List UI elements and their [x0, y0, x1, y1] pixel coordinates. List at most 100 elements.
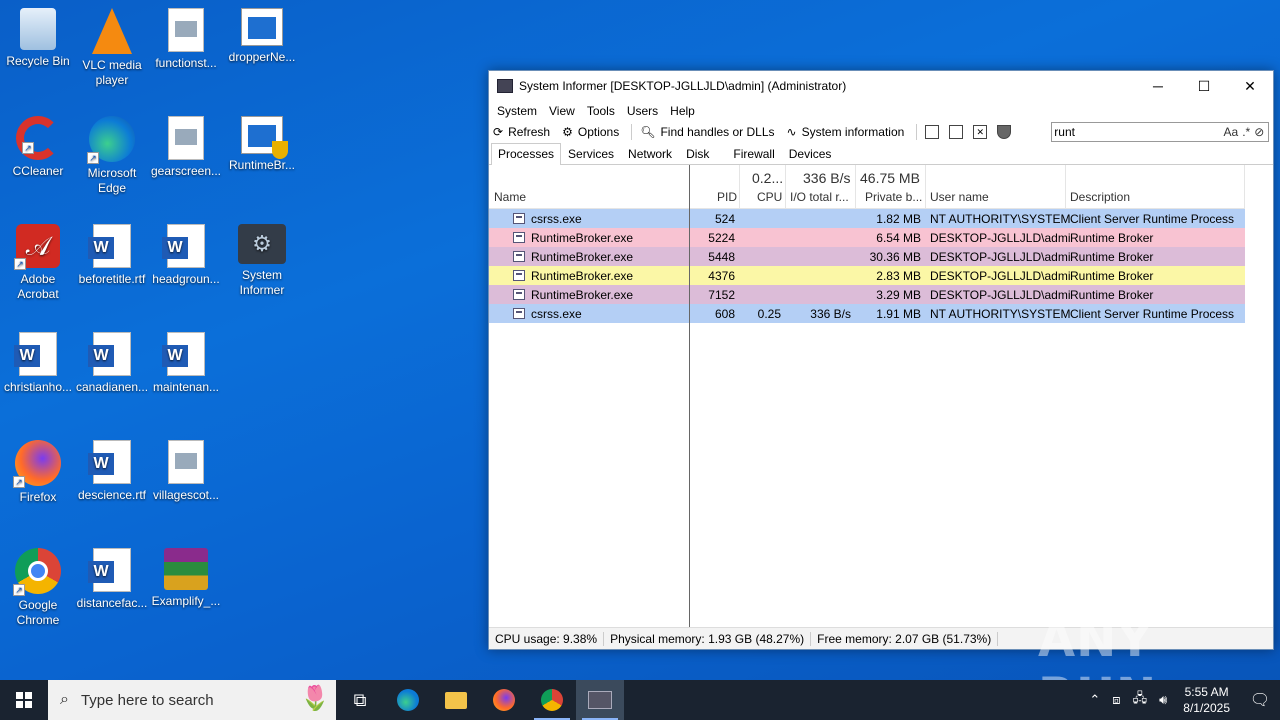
app-window-icon — [241, 8, 283, 46]
desktop-icon-headgroun[interactable]: W headgroun... — [148, 224, 224, 287]
desktop-icon-label: headgroun... — [152, 272, 220, 286]
refresh-button[interactable]: ⟳ Refresh — [493, 125, 550, 139]
menu-view[interactable]: View — [545, 104, 579, 118]
desktop-icon-label: Firefox — [19, 490, 57, 504]
desktop-icon-canadianen[interactable]: W canadianen... — [74, 332, 150, 395]
desktop-icon-label: Recycle Bin — [6, 54, 70, 68]
desktop-icon-edge[interactable]: ↗ Microsoft Edge — [74, 116, 150, 196]
desktop-icon-ccleaner[interactable]: ↗ CCleaner — [0, 116, 76, 179]
find-handles-button[interactable]: 🔍︎ Find handles or DLLs — [640, 125, 774, 139]
regex-button[interactable]: .* — [1242, 125, 1250, 139]
desktop-icon-recycle-bin[interactable]: Recycle Bin — [0, 8, 76, 69]
process-row[interactable]: RuntimeBroker.exe 5224 6.54 MB DESKTOP-JGLL… — [489, 228, 1245, 247]
process-row[interactable]: RuntimeBroker.exe 5448 30.36 MB DESKTOP-JGL… — [489, 247, 1245, 266]
desktop-icon-beforetitle[interactable]: W beforetitle.rtf — [74, 224, 150, 287]
process-icon — [513, 232, 525, 243]
desktop-icon-dropperne[interactable]: dropperNe... — [224, 8, 300, 65]
system-information-button[interactable]: ∿ System information — [787, 125, 905, 139]
total-private-bytes: 46.75 MB — [860, 170, 920, 186]
match-case-button[interactable]: Aa — [1224, 125, 1239, 139]
column-description[interactable]: Description — [1070, 190, 1130, 204]
taskbar-firefox[interactable] — [480, 680, 528, 720]
desktop-icon-adobe-acrobat[interactable]: 𝒜 ↗ Adobe Acrobat — [0, 224, 76, 302]
task-view-icon: ⧉ — [353, 689, 367, 710]
taskbar-file-explorer[interactable] — [432, 680, 480, 720]
status-free-memory: Free memory: 2.07 GB (51.73%) — [811, 631, 999, 646]
maximize-button[interactable]: ☐ — [1181, 71, 1227, 101]
column-name[interactable]: Name — [494, 190, 526, 204]
tab-services[interactable]: Services — [561, 143, 621, 164]
close-window-icon[interactable]: ✕ — [973, 125, 988, 139]
desktop-icon-google-chrome[interactable]: ↗ Google Chrome — [0, 548, 76, 628]
meet-now-icon[interactable]: ⧈ — [1112, 692, 1120, 708]
minimize-button[interactable]: ─ — [1135, 71, 1181, 101]
desktop-icon-christianho[interactable]: W christianho... — [0, 332, 76, 395]
tab-network[interactable]: Network — [621, 143, 679, 164]
tab-disk[interactable]: Disk — [679, 143, 716, 164]
desktop-icon-examplify[interactable]: Examplify_... — [148, 548, 224, 609]
column-io-total[interactable]: I/O total r... — [790, 190, 849, 204]
column-pid[interactable]: PID — [717, 190, 737, 204]
desktop-icon-runtimebr[interactable]: RuntimeBr... — [224, 116, 300, 173]
process-description: Runtime Broker — [1070, 250, 1154, 264]
search-clear-icon[interactable]: ⊘ — [1254, 125, 1264, 139]
desktop-icon-firefox[interactable]: ↗ Firefox — [0, 440, 76, 505]
network-icon[interactable]: 🖧︎ — [1133, 689, 1148, 711]
desktop-icon-descience[interactable]: W descience.rtf — [74, 440, 150, 503]
menu-users[interactable]: Users — [623, 104, 662, 118]
taskbar-search-box[interactable]: ⌕ Type here to search 🌷 — [48, 680, 336, 720]
options-button[interactable]: ⚙ Options — [562, 125, 619, 139]
task-view-button[interactable]: ⧉ — [336, 680, 384, 720]
process-row[interactable]: csrss.exe 524 1.82 MB NT AUTHORITY\SYSTEM Cl… — [489, 209, 1245, 228]
action-center-icon[interactable]: 🗨︎ — [1240, 690, 1280, 710]
volume-icon[interactable]: 🔊︎ — [1159, 692, 1167, 708]
word-document-icon: W — [88, 548, 131, 592]
desktop-icon-maintenan[interactable]: W maintenan... — [148, 332, 224, 395]
clock[interactable]: 5:55 AM 8/1/2025 — [1183, 684, 1230, 716]
process-user-name: DESKTOP-JGLLJLD\admi — [930, 250, 1071, 264]
taskbar-chrome[interactable] — [528, 680, 576, 720]
desktop-icon-vlc[interactable]: VLC media player — [74, 8, 150, 88]
process-user-name: NT AUTHORITY\SYSTEM — [930, 307, 1071, 321]
column-cpu[interactable]: CPU — [757, 190, 782, 204]
process-row[interactable]: RuntimeBroker.exe 7152 3.29 MB DESKTOP-JGLL… — [489, 285, 1245, 304]
tree-splitter[interactable] — [689, 165, 690, 627]
column-separator — [925, 165, 926, 209]
desktop-icon-villagescot[interactable]: villagescot... — [148, 440, 224, 503]
show-hidden-icons-chevron-icon[interactable]: ⌃ — [1089, 692, 1100, 708]
taskbar-system-informer[interactable] — [576, 680, 624, 720]
desktop-icon-label: VLC media player — [82, 58, 142, 87]
search-input[interactable] — [1054, 125, 1224, 139]
desktop-icon-label: christianho... — [3, 380, 73, 394]
total-io: 336 B/s — [803, 170, 851, 186]
search-box[interactable]: Aa .* ⊘ — [1051, 122, 1270, 142]
menu-help[interactable]: Help — [666, 104, 699, 118]
menu-tools[interactable]: Tools — [583, 104, 619, 118]
process-private-bytes: 2.83 MB — [876, 269, 921, 283]
desktop-icon-system-informer[interactable]: ⚙ System Informer — [224, 224, 300, 298]
tab-processes[interactable]: Processes — [491, 143, 562, 165]
desktop-icon-label: descience.rtf — [77, 488, 147, 502]
process-name: csrss.exe — [531, 212, 582, 226]
title-bar[interactable]: System Informer [DESKTOP-JGLLJLD\admin] … — [489, 71, 1273, 101]
column-private-bytes[interactable]: Private b... — [865, 190, 922, 204]
desktop-icon-distancefac[interactable]: W distancefac... — [74, 548, 150, 611]
process-row[interactable]: csrss.exe 608 0.25 336 B/s 1.91 MB NT AUTHORI… — [489, 304, 1245, 323]
taskbar-edge[interactable] — [384, 680, 432, 720]
desktop-icon-gearscreen[interactable]: gearscreen... — [148, 116, 224, 179]
column-user-name[interactable]: User name — [930, 190, 989, 204]
process-pid: 5224 — [708, 231, 735, 245]
tab-devices[interactable]: Devices — [782, 143, 839, 164]
shield-icon[interactable] — [997, 125, 1012, 139]
process-row[interactable]: RuntimeBroker.exe 4376 2.83 MB DESKTOP-JGLL… — [489, 266, 1245, 285]
menu-system[interactable]: System — [493, 104, 541, 118]
system-informer-window: System Informer [DESKTOP-JGLLJLD\admin] … — [488, 70, 1274, 650]
window-icon[interactable] — [925, 125, 940, 139]
process-user-name: DESKTOP-JGLLJLD\admi — [930, 231, 1071, 245]
desktop-icon-functionst[interactable]: functionst... — [148, 8, 224, 71]
desktop-icon-label: Google Chrome — [16, 598, 60, 627]
start-button[interactable] — [0, 680, 48, 720]
close-button[interactable]: ✕ — [1227, 71, 1273, 101]
find-window-icon[interactable] — [949, 125, 964, 139]
tab-firewall[interactable]: Firewall — [726, 143, 781, 164]
